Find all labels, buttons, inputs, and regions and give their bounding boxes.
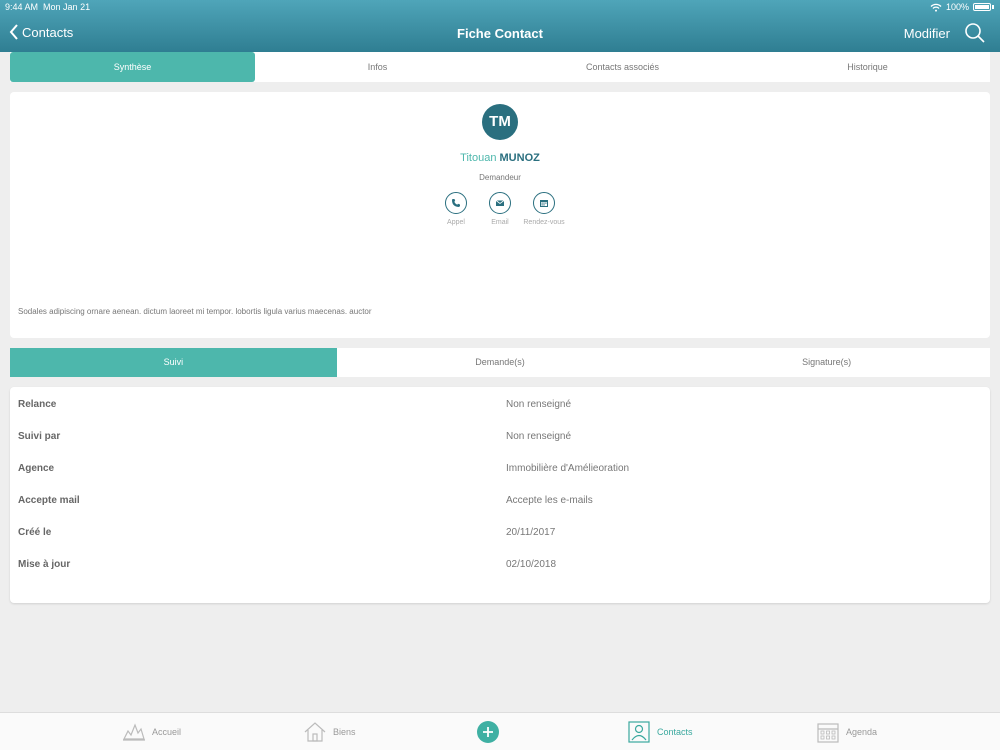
detail-row: Accepte mail Accepte les e-mails [10,495,990,515]
bottom-tab-accueil[interactable]: Accueil [122,721,181,743]
bottom-tab-agenda[interactable]: Agenda [816,721,877,743]
contact-role: Demandeur [479,173,521,182]
bottom-tab-bar: Accueil Biens Contacts Agenda [0,712,1000,750]
page-title: Fiche Contact [457,26,543,41]
detail-value: Non renseigné [506,431,572,442]
edit-button[interactable]: Modifier [904,26,950,41]
detail-value: Non renseigné [506,399,572,410]
tab-suivi[interactable]: Suivi [10,348,337,377]
detail-label: Mise à jour [18,559,71,570]
details-panel: Relance Non renseigné Suivi par Non rens… [10,387,990,603]
bottom-tab-biens[interactable]: Biens [303,721,356,743]
detail-row: Relance Non renseigné [10,399,990,419]
appointment-label: Rendez-vous [523,219,565,226]
tab-contacts-associes[interactable]: Contacts associés [500,52,745,82]
battery-percent: 100% [945,2,969,12]
bottom-tab-label: Accueil [152,727,182,737]
call-button-circle [445,192,467,214]
bottom-tab-label: Contacts [657,727,693,737]
calendar-icon [540,200,548,207]
contact-name: Titouan MUNOZ [10,152,990,164]
status-time: 9:44 AM [5,2,39,12]
detail-value: Immobilière d'Amélieoration [506,463,630,474]
bottom-tab-label: Biens [333,727,356,737]
bottom-tab-contacts[interactable]: Contacts [627,721,693,743]
status-time-date: 9:44 AM Mon Jan 21 [5,2,90,12]
envelope-icon [495,200,505,206]
status-right: 100% [930,2,994,12]
appointment-button[interactable]: Rendez-vous [514,192,574,226]
tab-infos[interactable]: Infos [255,52,500,82]
status-bar: 9:44 AM Mon Jan 21 100% [0,2,1000,14]
detail-label: Créé le [18,527,52,538]
search-icon[interactable] [964,22,986,44]
contact-card-icon [628,721,650,743]
dashboard-icon [123,723,145,741]
detail-row: Suivi par Non renseigné [10,431,990,451]
battery-icon [973,3,991,11]
avatar: TM [482,104,518,140]
plus-icon [483,727,493,737]
phone-icon [452,199,460,207]
detail-value: Accepte les e-mails [506,495,593,506]
detail-row: Mise à jour 02/10/2018 [10,559,990,579]
followup-tabs: Suivi Demande(s) Signature(s) [10,348,990,377]
detail-value: 20/11/2017 [506,527,556,538]
appointment-button-circle [533,192,555,214]
detail-row: Créé le 20/11/2017 [10,527,990,547]
house-icon [304,722,326,742]
tab-demandes[interactable]: Demande(s) [337,348,664,377]
first-name: Titouan [460,152,497,164]
wifi-icon [930,3,942,12]
detail-label: Suivi par [18,431,61,442]
last-name: MUNOZ [499,152,540,164]
email-button-circle [489,192,511,214]
status-date: Mon Jan 21 [43,2,91,12]
battery-tip [992,5,994,9]
calendar-icon [817,723,839,743]
navigation-bar: 9:44 AM Mon Jan 21 100% Contacts Fiche C… [0,0,1000,52]
profile-card: TM Titouan MUNOZ Demandeur Appel Email R… [10,92,990,338]
bottom-tab-label: Agenda [846,727,878,737]
detail-value: 02/10/2018 [506,559,557,570]
detail-label: Relance [18,399,57,410]
tab-signatures[interactable]: Signature(s) [663,348,990,377]
detail-label: Accepte mail [18,495,80,506]
contact-tabs: Synthèse Infos Contacts associés Histori… [10,52,990,82]
tab-historique[interactable]: Historique [745,52,990,82]
detail-label: Agence [18,463,55,474]
contact-note: Sodales adipiscing ornare aenean. dictum… [18,307,372,316]
add-button[interactable] [477,721,499,743]
tab-synthese[interactable]: Synthèse [10,52,255,82]
detail-row: Agence Immobilière d'Amélieoration [10,463,990,483]
